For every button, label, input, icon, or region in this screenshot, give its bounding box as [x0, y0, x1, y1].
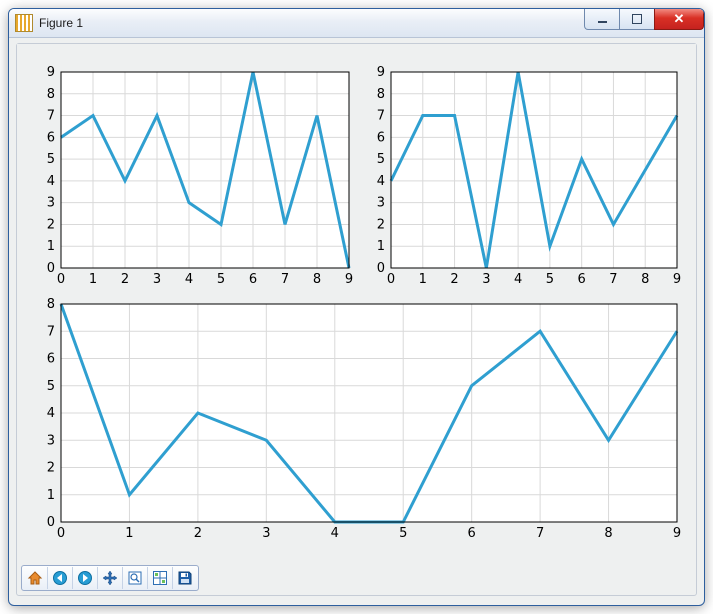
save-icon — [177, 570, 193, 586]
svg-text:7: 7 — [609, 272, 617, 287]
svg-text:9: 9 — [345, 272, 353, 287]
svg-text:9: 9 — [47, 65, 55, 80]
svg-text:2: 2 — [121, 272, 129, 287]
svg-text:6: 6 — [468, 526, 476, 541]
svg-text:7: 7 — [377, 109, 385, 124]
axes-top-right: 0 1 2 3 4 5 6 7 8 9 0 1 2 3 4 5 6 7 8 9 — [361, 62, 689, 292]
subplots-button[interactable] — [148, 567, 173, 589]
axes-top-left: 0 1 2 3 4 5 6 7 8 9 0 1 2 3 4 5 6 7 8 9 — [31, 62, 359, 292]
figure-window: Figure 1 ✕ 0 1 2 3 4 5 6 7 8 9 0 1 2 3 4 5 6 7 8 9 0 1 2 3 4 5 6 7… — [8, 8, 705, 606]
svg-text:7: 7 — [536, 526, 544, 541]
svg-text:8: 8 — [377, 87, 385, 102]
svg-text:2: 2 — [47, 461, 55, 476]
svg-text:2: 2 — [450, 272, 458, 287]
svg-text:8: 8 — [604, 526, 612, 541]
svg-text:9: 9 — [673, 272, 681, 287]
figure-canvas: 0 1 2 3 4 5 6 7 8 9 0 1 2 3 4 5 6 7 8 9 0 1 2 3 4 5 6 7 8 9 0 1 2 3 4 5 6 7 8… — [17, 44, 696, 561]
svg-text:5: 5 — [217, 272, 225, 287]
home-icon — [27, 570, 43, 586]
svg-text:8: 8 — [47, 87, 55, 102]
subplots-icon — [152, 570, 168, 586]
svg-text:6: 6 — [249, 272, 257, 287]
svg-text:1: 1 — [47, 488, 55, 503]
svg-text:0: 0 — [387, 272, 395, 287]
save-button[interactable] — [173, 567, 197, 589]
svg-text:0: 0 — [47, 515, 55, 530]
svg-text:5: 5 — [47, 379, 55, 394]
zoom-icon — [127, 570, 143, 586]
pan-icon — [102, 570, 118, 586]
svg-text:2: 2 — [47, 217, 55, 232]
axes-bottom: 0 1 2 3 4 5 6 7 8 9 0 1 2 3 4 5 6 7 8 — [31, 296, 689, 548]
svg-text:3: 3 — [377, 196, 385, 211]
svg-text:8: 8 — [641, 272, 649, 287]
svg-text:9: 9 — [673, 526, 681, 541]
zoom-button[interactable] — [123, 567, 148, 589]
svg-text:4: 4 — [331, 526, 339, 541]
svg-text:1: 1 — [377, 239, 385, 254]
svg-text:5: 5 — [377, 152, 385, 167]
svg-text:4: 4 — [377, 174, 385, 189]
client-area: 0 1 2 3 4 5 6 7 8 9 0 1 2 3 4 5 6 7 8 9 0 1 2 3 4 5 6 7 8 9 0 1 2 3 4 5 6 7 8… — [16, 43, 697, 596]
svg-text:3: 3 — [482, 272, 490, 287]
svg-text:0: 0 — [57, 526, 65, 541]
back-icon — [52, 570, 68, 586]
svg-text:5: 5 — [546, 272, 554, 287]
window-title: Figure 1 — [39, 16, 83, 30]
svg-text:7: 7 — [281, 272, 289, 287]
svg-text:5: 5 — [399, 526, 407, 541]
svg-text:9: 9 — [377, 65, 385, 80]
title-bar[interactable]: Figure 1 ✕ — [9, 9, 704, 38]
maximize-button[interactable] — [619, 9, 655, 30]
svg-text:1: 1 — [419, 272, 427, 287]
svg-text:2: 2 — [377, 217, 385, 232]
svg-text:0: 0 — [57, 272, 65, 287]
svg-text:1: 1 — [89, 272, 97, 287]
svg-text:0: 0 — [377, 261, 385, 276]
svg-text:6: 6 — [47, 130, 55, 145]
forward-icon — [77, 570, 93, 586]
close-button[interactable]: ✕ — [654, 9, 704, 30]
forward-button[interactable] — [73, 567, 98, 589]
svg-text:7: 7 — [47, 109, 55, 124]
svg-text:6: 6 — [578, 272, 586, 287]
pan-button[interactable] — [98, 567, 123, 589]
svg-text:1: 1 — [125, 526, 133, 541]
back-button[interactable] — [48, 567, 73, 589]
navigation-toolbar — [21, 565, 692, 591]
svg-text:2: 2 — [194, 526, 202, 541]
minimize-button[interactable] — [584, 9, 620, 30]
svg-text:3: 3 — [153, 272, 161, 287]
svg-text:8: 8 — [47, 297, 55, 312]
svg-text:7: 7 — [47, 324, 55, 339]
svg-text:4: 4 — [47, 174, 55, 189]
svg-text:5: 5 — [47, 152, 55, 167]
svg-text:1: 1 — [47, 239, 55, 254]
svg-text:3: 3 — [47, 196, 55, 211]
svg-text:0: 0 — [47, 261, 55, 276]
svg-text:3: 3 — [47, 433, 55, 448]
svg-text:4: 4 — [47, 406, 55, 421]
app-icon — [15, 14, 33, 32]
svg-text:6: 6 — [377, 130, 385, 145]
svg-text:4: 4 — [514, 272, 522, 287]
svg-text:4: 4 — [185, 272, 193, 287]
svg-text:3: 3 — [262, 526, 270, 541]
svg-text:8: 8 — [313, 272, 321, 287]
home-button[interactable] — [23, 567, 48, 589]
svg-text:6: 6 — [47, 352, 55, 367]
